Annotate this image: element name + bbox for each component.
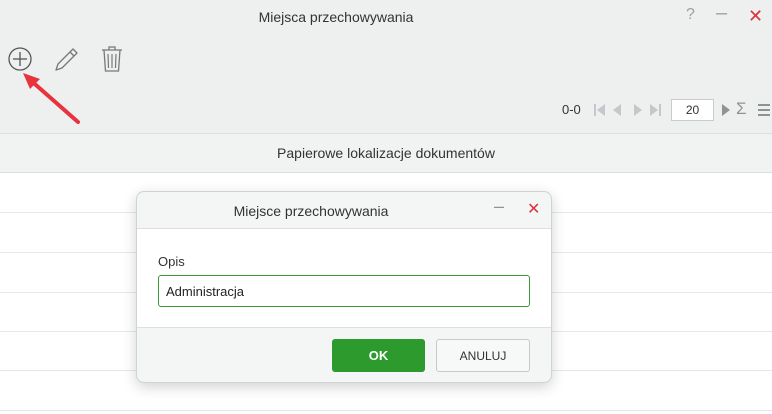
pager-range: 0-0 — [562, 102, 581, 117]
last-page-icon[interactable] — [650, 104, 661, 116]
dialog-minimize-button[interactable]: – — [494, 196, 504, 217]
red-arrow-annotation — [23, 73, 80, 124]
help-button[interactable]: ? — [686, 6, 695, 24]
close-window-button[interactable]: ✕ — [748, 6, 763, 27]
description-label: Opis — [158, 254, 185, 269]
dialog-close-button[interactable]: ✕ — [527, 199, 540, 219]
minimize-button[interactable]: – — [716, 2, 727, 25]
divider — [137, 327, 551, 328]
sum-button[interactable]: Σ — [736, 99, 747, 119]
first-page-icon[interactable] — [594, 104, 605, 116]
pager: 0-0 Σ — [560, 99, 772, 121]
column-header[interactable]: Papierowe lokalizacje dokumentów — [0, 145, 772, 161]
menu-icon[interactable] — [758, 103, 770, 117]
previous-page-icon[interactable] — [612, 104, 623, 116]
ok-button[interactable]: OK — [332, 339, 425, 372]
go-page-icon[interactable] — [720, 104, 731, 116]
window-title: Miejsca przechowywania — [258, 9, 414, 25]
delete-button[interactable] — [97, 44, 127, 74]
storage-location-dialog: Miejsce przechowywania – ✕ Opis OK ANULU… — [136, 191, 552, 383]
description-input[interactable] — [158, 275, 530, 307]
cancel-button[interactable]: ANULUJ — [436, 339, 530, 372]
grid-header: Papierowe lokalizacje dokumentów — [0, 133, 772, 173]
dialog-title: Miejsce przechowywania — [233, 203, 389, 219]
page-size-input[interactable] — [671, 99, 714, 121]
trash-icon — [102, 46, 122, 72]
next-page-icon[interactable] — [632, 104, 643, 116]
